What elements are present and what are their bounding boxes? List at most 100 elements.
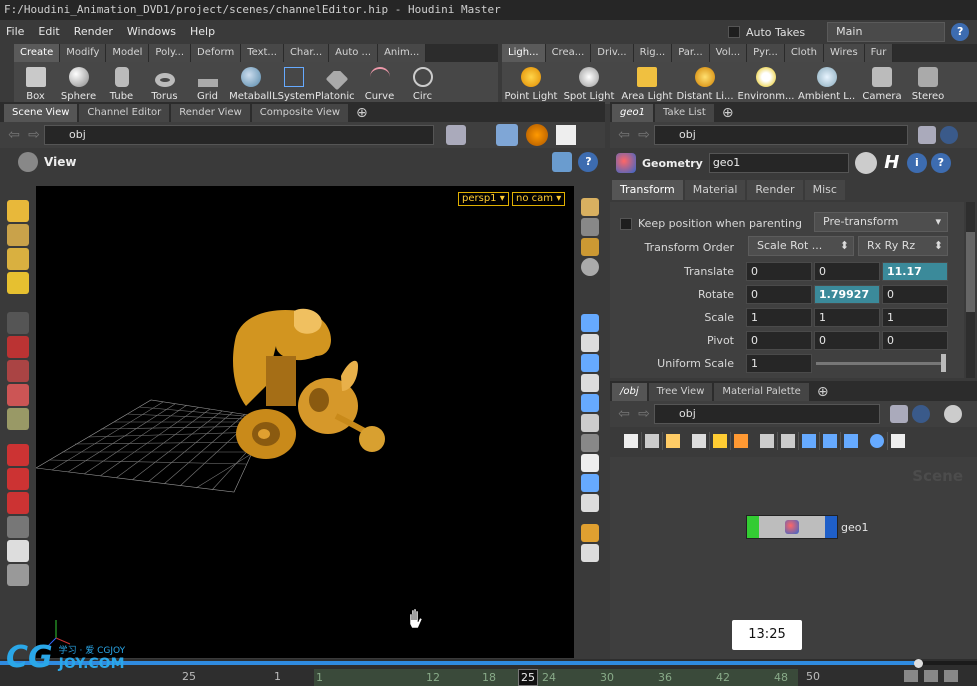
note-icon[interactable]: [692, 434, 706, 448]
shelf-tab-wires[interactable]: Wires: [823, 44, 865, 62]
tool-environment-light[interactable]: Environm...: [734, 67, 798, 104]
take-select[interactable]: Main: [827, 22, 946, 42]
translate-y-field[interactable]: 0: [814, 262, 880, 281]
link-icon[interactable]: [912, 405, 930, 423]
shelf-tab-par[interactable]: Par...: [672, 44, 710, 62]
tab-obj[interactable]: /obj: [612, 383, 647, 401]
shelf-tab-driv[interactable]: Driv...: [591, 44, 634, 62]
scale-z-field[interactable]: 1: [882, 308, 948, 327]
geo1-node[interactable]: [746, 515, 838, 539]
shelf-tab-rig[interactable]: Rig...: [633, 44, 673, 62]
rotate-y-field[interactable]: 1.79927: [814, 285, 880, 304]
add-tab-icon[interactable]: ⊕: [817, 383, 829, 401]
shelf-tab-char[interactable]: Char...: [283, 44, 330, 62]
select-points-icon[interactable]: [7, 224, 29, 246]
list-icon[interactable]: [624, 434, 638, 448]
transform-order-menu[interactable]: Scale Rot ... ⬍: [748, 236, 854, 256]
rotate-order-menu[interactable]: Rx Ry Rz ⬍: [858, 236, 948, 256]
sphere-display-icon[interactable]: [581, 258, 599, 276]
uniform-scale-slider-handle[interactable]: [941, 354, 946, 372]
display-options-icon[interactable]: [581, 198, 599, 216]
video-progress-handle[interactable]: [914, 659, 923, 668]
start-frame-field[interactable]: 1: [274, 670, 281, 683]
background-image-icon[interactable]: [581, 494, 599, 512]
keep-position-checkbox[interactable]: [620, 218, 632, 230]
prim-numbers-icon[interactable]: [581, 334, 599, 352]
box-network-icon[interactable]: [734, 434, 748, 448]
wire-icon[interactable]: [581, 414, 599, 432]
tab-scene-view[interactable]: Scene View: [4, 104, 78, 122]
node-render-flag[interactable]: [825, 516, 837, 538]
pivot-y-field[interactable]: 0: [814, 331, 880, 350]
shelf-tab-modify[interactable]: Modify: [60, 44, 107, 62]
gear-icon[interactable]: [944, 405, 962, 423]
help-icon[interactable]: ?: [578, 152, 599, 172]
add-tab-icon[interactable]: ⊕: [356, 104, 368, 122]
tool-tube[interactable]: Tube: [100, 67, 143, 104]
auto-takes-checkbox[interactable]: [728, 26, 740, 38]
align-icon[interactable]: [802, 434, 816, 448]
translate-z-field[interactable]: 11.17: [882, 262, 948, 281]
node-display-flag[interactable]: [747, 516, 759, 538]
network-path-field[interactable]: obj: [654, 404, 880, 424]
display-cube-icon[interactable]: [496, 124, 518, 146]
pin-icon[interactable]: [446, 125, 466, 145]
shelf-tab-text[interactable]: Text...: [241, 44, 284, 62]
rotate-tool-icon[interactable]: [7, 360, 29, 382]
view-tool-2-icon[interactable]: [7, 564, 29, 586]
tool-torus[interactable]: Torus: [143, 73, 186, 104]
shelf-tab-anim[interactable]: Anim...: [378, 44, 427, 62]
forward-arrow-icon[interactable]: ⇨: [24, 127, 44, 143]
pose-tool-icon[interactable]: [7, 516, 29, 538]
audio-icon[interactable]: [924, 670, 938, 682]
tab-composite-view[interactable]: Composite View: [251, 104, 349, 122]
shelf-tab-create[interactable]: Create: [14, 44, 61, 62]
help-icon[interactable]: ?: [930, 153, 951, 173]
info-icon[interactable]: i: [906, 153, 927, 173]
tool-metaball[interactable]: Metaball: [229, 67, 272, 104]
distribute-icon[interactable]: [823, 434, 837, 448]
camera-lock-icon[interactable]: [581, 218, 599, 236]
param-scrollbar[interactable]: [966, 202, 975, 378]
menu-help[interactable]: Help: [190, 25, 215, 38]
paint-tool-icon[interactable]: [7, 540, 29, 562]
background-color-swatch[interactable]: [556, 125, 576, 145]
menu-edit[interactable]: Edit: [38, 25, 59, 38]
back-arrow-icon[interactable]: ⇦: [4, 127, 24, 143]
magnet-tool-3-icon[interactable]: [7, 492, 29, 514]
sticky-note-icon[interactable]: [713, 434, 727, 448]
menu-windows[interactable]: Windows: [127, 25, 176, 38]
tool-grid[interactable]: Grid: [186, 67, 229, 104]
tab-tree-view[interactable]: Tree View: [648, 383, 713, 401]
tab-material[interactable]: Material: [684, 180, 746, 200]
video-progress-track[interactable]: [0, 661, 977, 665]
tab-geo1[interactable]: geo1: [612, 104, 653, 122]
select-edges-icon[interactable]: [7, 248, 29, 270]
timeline-ruler[interactable]: 1 12 18 24 30 36 42 48 25: [314, 669, 798, 686]
pre-transform-menu[interactable]: Pre-transform ▾: [814, 212, 948, 232]
tab-misc[interactable]: Misc: [804, 180, 845, 200]
uniform-scale-slider[interactable]: [816, 362, 942, 365]
current-frame-field[interactable]: 25: [182, 670, 196, 683]
tool-sphere[interactable]: Sphere: [57, 67, 100, 104]
shelf-tab-auto[interactable]: Auto ...: [329, 44, 379, 62]
tab-material-palette[interactable]: Material Palette: [714, 383, 809, 401]
menu-file[interactable]: File: [6, 25, 24, 38]
range-icon[interactable]: [944, 670, 958, 682]
shelf-tab-fur[interactable]: Fur: [864, 44, 894, 62]
end-frame-field[interactable]: 50: [806, 670, 820, 683]
back-arrow-icon[interactable]: ⇦: [614, 406, 634, 422]
zoom-icon[interactable]: [870, 434, 884, 448]
tool-circle[interactable]: Circ: [401, 67, 444, 104]
shelf-tab-vol[interactable]: Vol...: [709, 44, 748, 62]
grid-snap-icon[interactable]: [844, 434, 858, 448]
viewport[interactable]: persp1 ▾ no cam ▾: [36, 186, 574, 658]
tool-lsystem[interactable]: LSystem: [272, 67, 315, 104]
rotate-z-field[interactable]: 0: [882, 285, 948, 304]
view-tool-icon[interactable]: [18, 152, 38, 172]
pivot-z-field[interactable]: 0: [882, 331, 948, 350]
shelf-tab-lights[interactable]: Ligh...: [502, 44, 546, 62]
tool-point-light[interactable]: Point Light: [502, 67, 560, 104]
shelf-tab-pyr[interactable]: Pyr...: [747, 44, 785, 62]
menu-render[interactable]: Render: [74, 25, 113, 38]
